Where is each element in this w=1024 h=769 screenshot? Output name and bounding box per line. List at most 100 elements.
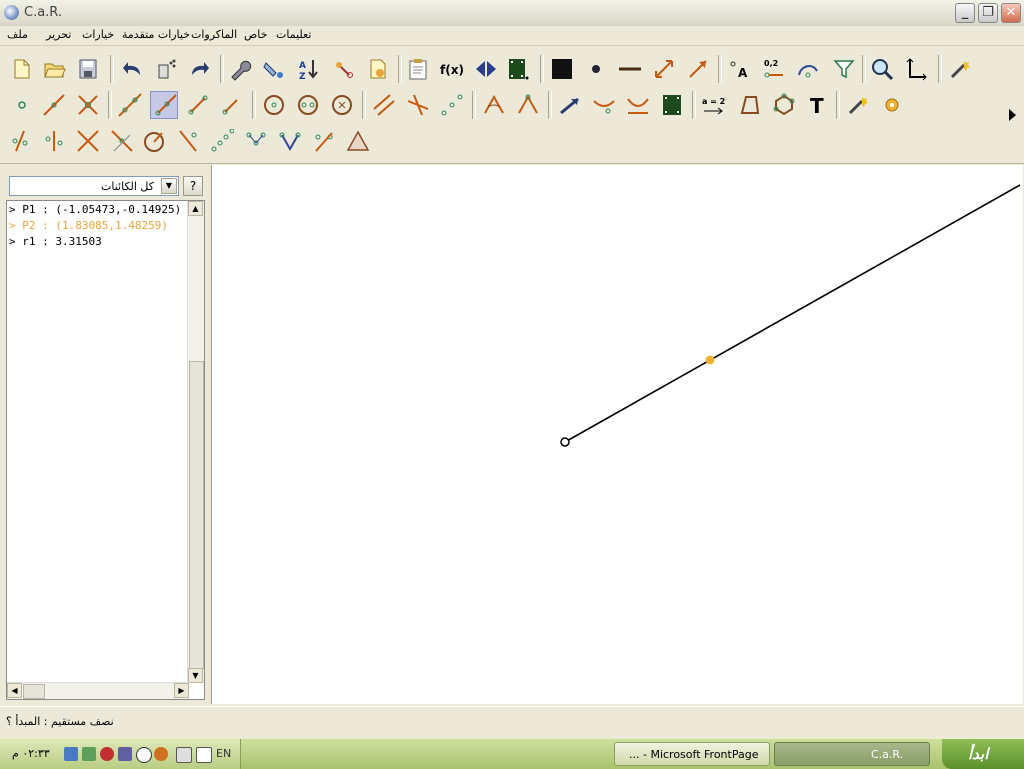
- zoom-button[interactable]: [868, 55, 896, 83]
- help-icon[interactable]: [196, 747, 212, 763]
- parallel-tool-button[interactable]: [370, 91, 398, 119]
- tool-r3-2[interactable]: [40, 127, 68, 155]
- windows-flag-icon[interactable]: [118, 747, 132, 761]
- task-car[interactable]: C.a.R.: [774, 742, 930, 766]
- tool-r3-7[interactable]: [208, 127, 236, 155]
- delete-button[interactable]: [152, 55, 180, 83]
- quadrilateral-tool-button[interactable]: [736, 91, 764, 119]
- volume-icon[interactable]: [176, 747, 192, 763]
- object-filter-dropdown[interactable]: كل الكائنات ▼: [9, 176, 179, 196]
- minimize-button[interactable]: _: [955, 3, 975, 23]
- maximize-button[interactable]: ❐: [978, 3, 998, 23]
- menu-edit[interactable]: تحرير: [46, 28, 71, 41]
- clock[interactable]: ٠٢:٣٣ م: [12, 747, 50, 760]
- start-button[interactable]: ابدأ: [942, 739, 1024, 769]
- redo-button[interactable]: [186, 55, 214, 83]
- vertical-scroll-thumb[interactable]: [189, 361, 204, 669]
- task-frontpage[interactable]: ... - Microsoft FrontPage: [614, 742, 770, 766]
- menu-macros[interactable]: الماكروات: [191, 28, 237, 41]
- scroll-left-icon[interactable]: ◀: [7, 683, 22, 698]
- tool-r3-6[interactable]: [174, 127, 202, 155]
- point-p2[interactable]: [705, 355, 715, 365]
- scroll-down-icon[interactable]: ▼: [188, 668, 203, 683]
- midpoint-tool-button[interactable]: [438, 91, 466, 119]
- menu-special[interactable]: خاص: [244, 28, 267, 41]
- circle-3pt-tool-button[interactable]: [294, 91, 322, 119]
- polygon-tool-button[interactable]: [770, 91, 798, 119]
- tool-r3-8[interactable]: [242, 127, 270, 155]
- scroll-up-icon[interactable]: ▲: [188, 201, 203, 216]
- tool-r3-10[interactable]: [310, 127, 338, 155]
- object-list[interactable]: > P1 : (-1.05473,-0.14925) > P2 : (1.830…: [6, 200, 205, 700]
- tool-r3-4[interactable]: [108, 127, 136, 155]
- text-tool-button[interactable]: T: [804, 91, 832, 119]
- settings-button[interactable]: [878, 91, 906, 119]
- toolbar-more-arrow[interactable]: [1006, 106, 1018, 124]
- open-file-button[interactable]: [40, 55, 68, 83]
- vertical-scrollbar[interactable]: ▲ ▼: [187, 201, 204, 683]
- arc-button[interactable]: [794, 55, 822, 83]
- expression-tool-button[interactable]: a = 2: [700, 91, 728, 119]
- chevron-down-icon[interactable]: ▼: [161, 178, 177, 194]
- edit-object-button[interactable]: [226, 55, 254, 83]
- tool-r3-3[interactable]: [74, 127, 102, 155]
- axes-button[interactable]: [902, 55, 930, 83]
- point-on-object-button[interactable]: [330, 55, 358, 83]
- list-item-p2[interactable]: > P2 : (1.83085,1.48259): [9, 219, 168, 232]
- network-icon[interactable]: [82, 747, 96, 761]
- line-style-button[interactable]: [616, 55, 644, 83]
- locus-tool-button[interactable]: [624, 91, 652, 119]
- list-item-p1[interactable]: > P1 : (-1.05473,-0.14925): [9, 203, 181, 216]
- segment-2-tool-button[interactable]: [184, 91, 212, 119]
- paint-button[interactable]: [260, 55, 288, 83]
- new-file-button[interactable]: [8, 55, 36, 83]
- menu-advanced[interactable]: خيارات متقدمة: [122, 28, 190, 41]
- reflect-button[interactable]: [472, 55, 500, 83]
- filter-button[interactable]: [830, 55, 858, 83]
- chevron-left-icon[interactable]: [154, 747, 168, 761]
- construction-canvas[interactable]: [211, 165, 1023, 704]
- tool-r3-5[interactable]: [140, 127, 168, 155]
- app-icon[interactable]: [4, 5, 19, 20]
- decimal-button[interactable]: 0,2: [760, 55, 788, 83]
- tool-r3-1[interactable]: [6, 127, 34, 155]
- circle-tool-button[interactable]: [260, 91, 288, 119]
- ray-r1[interactable]: [564, 184, 1021, 443]
- menu-help[interactable]: تعليمات: [276, 28, 311, 41]
- horizontal-scrollbar[interactable]: ◀ ▶: [7, 682, 189, 699]
- close-button[interactable]: ✕: [1001, 3, 1021, 23]
- point-style-button[interactable]: [582, 55, 610, 83]
- intersection-tool-button[interactable]: [74, 91, 102, 119]
- settings-file-button[interactable]: [364, 55, 392, 83]
- segment-tool-button[interactable]: [40, 91, 68, 119]
- vector-button[interactable]: [684, 55, 712, 83]
- save-button[interactable]: [74, 55, 102, 83]
- macro-wand-button[interactable]: [946, 55, 974, 83]
- animation-button[interactable]: [504, 55, 532, 83]
- fixed-angle-tool-button[interactable]: [514, 91, 542, 119]
- label-button[interactable]: A: [726, 55, 754, 83]
- horizontal-scroll-thumb[interactable]: [23, 684, 45, 699]
- menu-options[interactable]: خيارات: [82, 28, 114, 41]
- menu-file[interactable]: ملف: [7, 28, 28, 41]
- color-black-button[interactable]: [548, 55, 576, 83]
- perpendicular-tool-button[interactable]: [404, 91, 432, 119]
- animate-tool-button[interactable]: [658, 91, 686, 119]
- function-button[interactable]: f(x): [438, 55, 466, 83]
- list-item-r1[interactable]: > r1 : 3.31503: [9, 235, 102, 248]
- angle-tool-button[interactable]: [480, 91, 508, 119]
- shield-icon[interactable]: [100, 747, 114, 761]
- ray-tool-button[interactable]: [150, 91, 178, 119]
- globe-icon[interactable]: [136, 747, 152, 763]
- move-tool-button[interactable]: [556, 91, 584, 119]
- point-p1[interactable]: [560, 437, 570, 447]
- tool-r3-11[interactable]: [344, 127, 372, 155]
- track-tool-button[interactable]: [590, 91, 618, 119]
- fixed-circle-tool-button[interactable]: [328, 91, 356, 119]
- tool-r3-9[interactable]: [276, 127, 304, 155]
- language-indicator[interactable]: EN: [216, 747, 231, 760]
- sort-button[interactable]: AZ: [294, 55, 322, 83]
- help-button[interactable]: ?: [183, 176, 203, 196]
- undo-button[interactable]: [118, 55, 146, 83]
- line-tool-button[interactable]: [116, 91, 144, 119]
